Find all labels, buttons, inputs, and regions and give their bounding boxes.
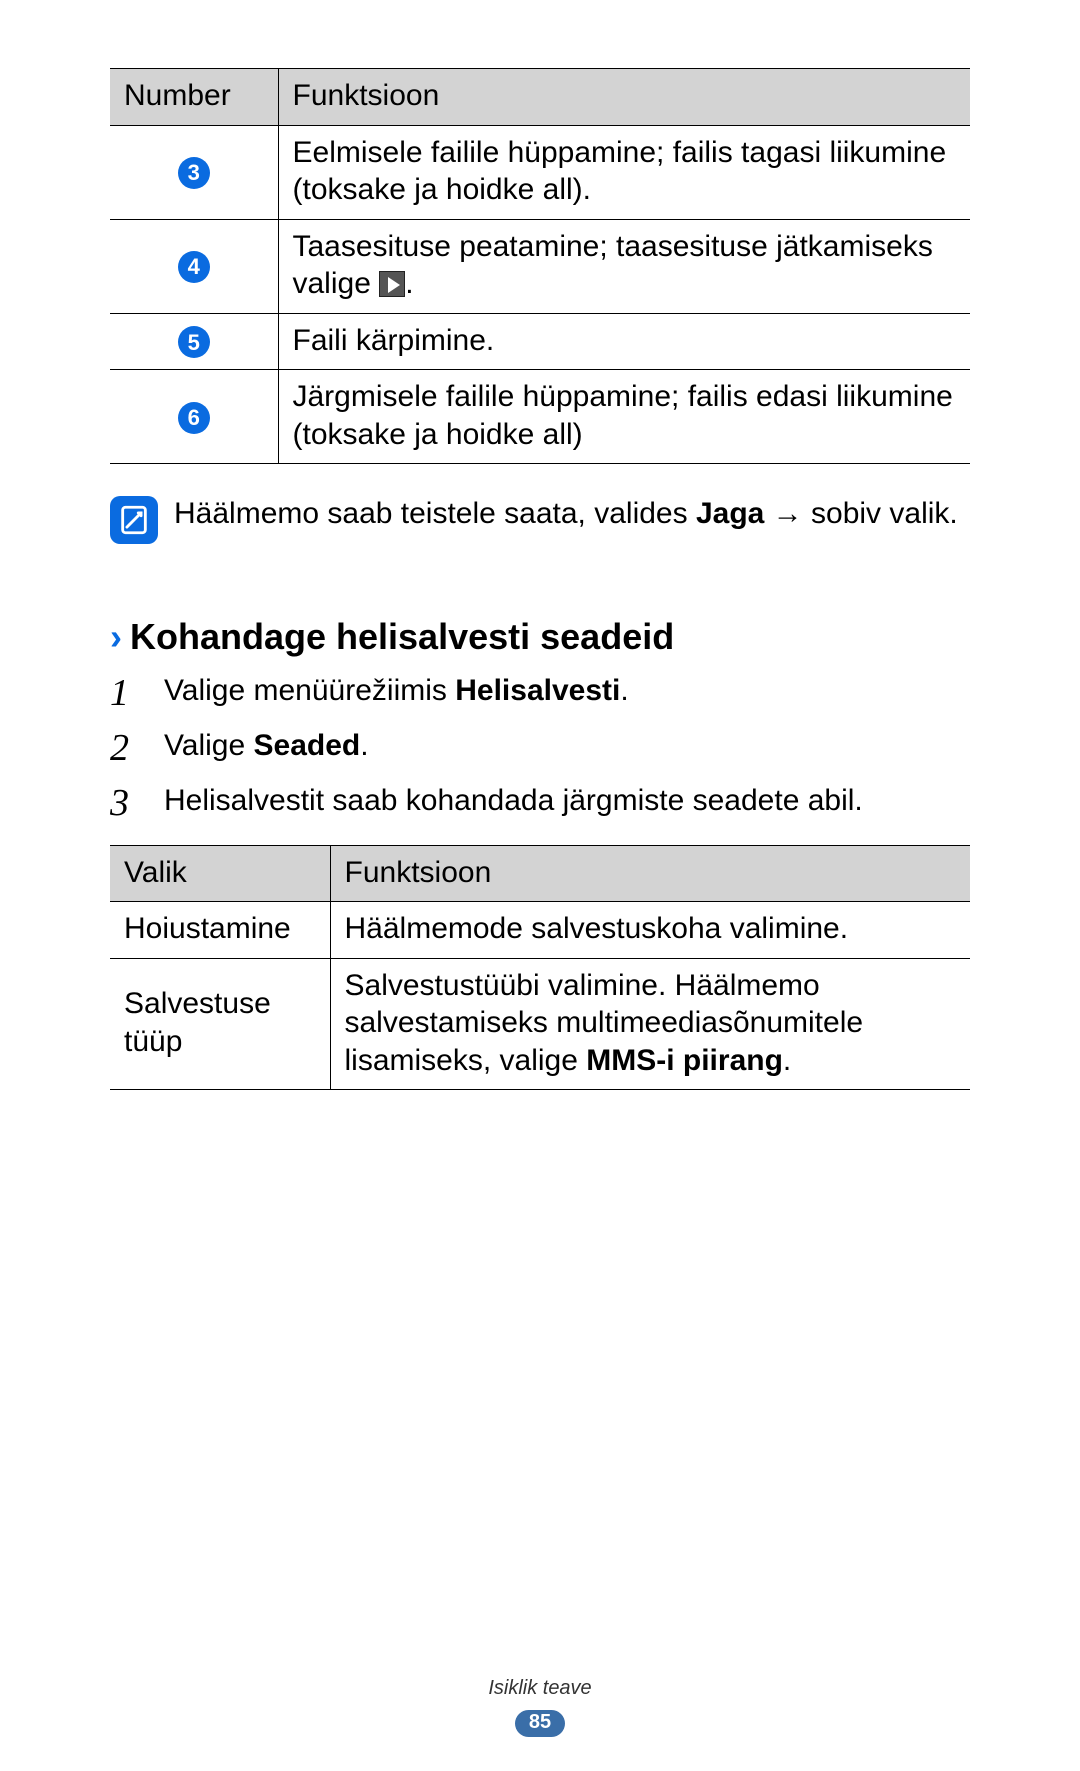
note-icon (110, 496, 158, 544)
section-heading: › Kohandage helisalvesti seadeid (110, 616, 970, 658)
step-text: Valige menüürežiimis Helisalvesti. (164, 668, 629, 723)
page-number-badge: 85 (515, 1710, 565, 1737)
step-bold: Helisalvesti (455, 674, 620, 707)
list-item: 3 Helisalvestit saab kohandada järgmiste… (110, 778, 970, 833)
row-function-cell: Taasesituse peatamine; taasesituse jätka… (278, 219, 970, 313)
row-desc-part-b: . (405, 267, 413, 300)
section-title: Kohandage helisalvesti seadeid (130, 616, 674, 658)
cell-bold: MMS-i piirang (586, 1044, 783, 1077)
step-text-a: Valige menüürežiimis (164, 674, 455, 707)
cell-text-b: . (783, 1044, 791, 1077)
table-header-function: Funktsioon (330, 845, 970, 902)
step-text: Helisalvestit saab kohandada järgmiste s… (164, 778, 863, 833)
row-function-cell: Eelmisele failile hüppamine; failis taga… (278, 125, 970, 219)
table-header-number: Number (110, 69, 278, 126)
list-item: 1 Valige menüürežiimis Helisalvesti. (110, 668, 970, 723)
table-row: 6 Järgmisele failile hüppamine; failis e… (110, 370, 970, 464)
row-function-cell: Faili kärpimine. (278, 313, 970, 370)
table-row: 5 Faili kärpimine. (110, 313, 970, 370)
step-number: 1 (110, 664, 150, 723)
table-row: Hoiustamine Häälmemode salvestuskoha val… (110, 902, 970, 959)
step-number: 3 (110, 774, 150, 833)
option-cell: Hoiustamine (110, 902, 330, 959)
row-function-cell: Järgmisele failile hüppamine; failis eda… (278, 370, 970, 464)
circled-number-icon: 6 (178, 402, 210, 434)
function-cell: Häälmemode salvestuskoha valimine. (330, 902, 970, 959)
settings-table: Valik Funktsioon Hoiustamine Häälmemode … (110, 845, 970, 1091)
cell-text-a: Häälmemode salvestuskoha valimine. (345, 912, 849, 945)
step-text-b: . (620, 674, 628, 707)
row-number-cell: 5 (110, 313, 278, 370)
chevron-right-icon: › (110, 616, 122, 658)
list-item: 2 Valige Seaded. (110, 723, 970, 778)
table-header-option: Valik (110, 845, 330, 902)
note-text-b: sobiv valik. (811, 497, 958, 530)
table-header-function: Funktsioon (278, 69, 970, 126)
row-number-cell: 4 (110, 219, 278, 313)
note-text-a: Häälmemo saab teistele saata, valides (174, 497, 696, 530)
table-row: 4 Taasesituse peatamine; taasesituse jät… (110, 219, 970, 313)
step-text-a: Helisalvestit saab kohandada järgmiste s… (164, 784, 863, 817)
step-text: Valige Seaded. (164, 723, 369, 778)
footer-section-label: Isiklik teave (0, 1677, 1080, 1700)
step-bold: Seaded (254, 729, 361, 762)
circled-number-icon: 3 (178, 157, 210, 189)
circled-number-icon: 4 (178, 251, 210, 283)
table-row: Salvestuse tüüp Salvestustüübi valimine.… (110, 958, 970, 1090)
table-header-row: Number Funktsioon (110, 69, 970, 126)
table-header-row: Valik Funktsioon (110, 845, 970, 902)
page-content: Number Funktsioon 3 Eelmisele failile hü… (0, 0, 1080, 1090)
play-icon (379, 271, 405, 297)
step-number: 2 (110, 719, 150, 778)
note-arrow: → (764, 497, 811, 530)
steps-list: 1 Valige menüürežiimis Helisalvesti. 2 V… (110, 668, 970, 833)
function-cell: Salvestustüübi valimine. Häälmemo salves… (330, 958, 970, 1090)
page-footer: Isiklik teave 85 (0, 1677, 1080, 1737)
note-callout: Häälmemo saab teistele saata, valides Ja… (110, 494, 970, 544)
row-number-cell: 3 (110, 125, 278, 219)
function-table: Number Funktsioon 3 Eelmisele failile hü… (110, 68, 970, 464)
step-text-a: Valige (164, 729, 254, 762)
circled-number-icon: 5 (178, 326, 210, 358)
note-text: Häälmemo saab teistele saata, valides Ja… (174, 494, 958, 535)
step-text-b: . (360, 729, 368, 762)
note-bold: Jaga (696, 497, 764, 530)
table-row: 3 Eelmisele failile hüppamine; failis ta… (110, 125, 970, 219)
option-cell: Salvestuse tüüp (110, 958, 330, 1090)
row-number-cell: 6 (110, 370, 278, 464)
